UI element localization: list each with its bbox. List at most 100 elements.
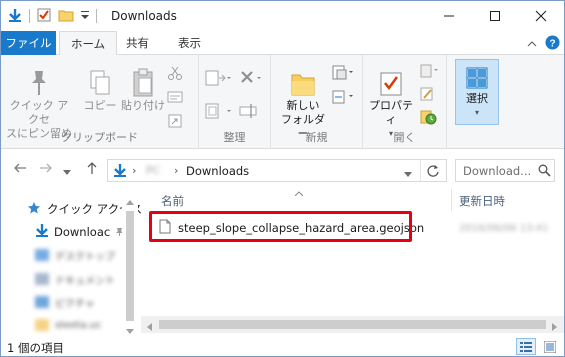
navigation-pane: クイック アクセス Downloac デスクトップ ドキュメント ピクチャ st… <box>1 189 142 337</box>
search-box[interactable]: Download... <box>455 159 555 182</box>
move-to-icon[interactable] <box>205 69 231 90</box>
close-button[interactable] <box>518 1 564 31</box>
ribbon-collapse-icon[interactable] <box>527 38 537 51</box>
edit-icon[interactable] <box>419 86 441 105</box>
recent-dropdown-icon[interactable] <box>63 164 71 180</box>
properties-label: プロパティ <box>369 99 413 126</box>
new-folder-icon[interactable] <box>58 7 74 26</box>
large-icons-view-button[interactable] <box>541 339 559 355</box>
breadcrumb-this-pc[interactable]: PC <box>146 164 160 177</box>
ribbon-tabs: ファイル ホーム 共有 表示 ? <box>1 31 564 56</box>
maximize-button[interactable] <box>472 1 518 31</box>
easy-access-icon[interactable] <box>331 89 355 108</box>
copy-path-icon[interactable] <box>167 89 183 108</box>
search-icon[interactable] <box>538 164 551 180</box>
cut-icon[interactable] <box>167 65 183 84</box>
nav-downloads-label: Downloac <box>54 225 111 239</box>
sort-indicator-icon <box>294 186 304 199</box>
new-folder-label-1: 新しい <box>286 99 320 112</box>
documents-icon <box>35 273 49 285</box>
nav-item-blurred[interactable]: ドキュメント <box>35 269 115 289</box>
nav-item-blurred[interactable]: steeta.uc <box>35 315 102 335</box>
copy-button[interactable]: コピー <box>81 67 119 113</box>
select-label: 選択 <box>466 92 488 105</box>
downloads-icon <box>35 223 49 241</box>
folder-icon <box>35 319 49 331</box>
paste-button[interactable]: 貼り付け <box>119 67 167 113</box>
new-item-icon[interactable] <box>331 65 355 84</box>
select-grid-icon <box>456 64 498 92</box>
history-icon[interactable] <box>419 109 441 128</box>
group-new: 新しい フォルダー 新規 <box>271 55 363 149</box>
qat-dropdown-icon[interactable] <box>80 9 90 24</box>
pictures-icon <box>35 296 49 308</box>
column-header-modified[interactable]: 更新日時 <box>459 193 505 209</box>
breadcrumb-chevron-icon[interactable]: › <box>132 164 136 177</box>
title-bar: Downloads <box>1 1 564 31</box>
select-dropdown-icon: ▾ <box>474 108 479 117</box>
desktop-icon <box>35 249 49 261</box>
organize-right-buttons <box>239 69 265 123</box>
column-header-name[interactable]: 名前 <box>161 193 184 209</box>
tab-view[interactable]: 表示 <box>167 31 212 55</box>
up-icon[interactable] <box>85 161 99 179</box>
nav-downloads[interactable]: Downloac <box>35 222 124 242</box>
nav-item-blurred[interactable]: ピクチャ <box>35 292 95 312</box>
address-dropdown-icon[interactable] <box>404 168 412 181</box>
properties-check-large-icon <box>365 67 417 99</box>
group-clipboard: クイック アクセ スにピン留め コピー 貼り付け クリップボード <box>1 55 199 149</box>
forward-icon[interactable] <box>39 161 53 179</box>
scroll-right-icon[interactable] <box>552 321 558 334</box>
window-title: Downloads <box>111 9 177 23</box>
address-separator <box>420 160 421 181</box>
group-label-clipboard: クリップボード <box>61 131 138 144</box>
group-label-new: 新規 <box>305 131 328 144</box>
ribbon-controls: ? <box>527 35 560 53</box>
tab-share[interactable]: 共有 <box>115 31 160 55</box>
breadcrumb-chevron-icon[interactable]: › <box>174 164 178 177</box>
search-input[interactable]: Download... <box>463 164 531 178</box>
status-bar: 1 個の項目 <box>1 337 564 356</box>
rename-icon[interactable] <box>239 102 265 123</box>
delete-icon[interactable] <box>239 69 265 90</box>
horizontal-scrollbar[interactable] <box>141 316 564 333</box>
ribbon: クイック アクセ スにピン留め コピー 貼り付け クリップボード 整理 新しい … <box>1 55 564 149</box>
qat-separator <box>96 9 97 23</box>
svg-text:?: ? <box>549 39 555 50</box>
scroll-up-icon[interactable] <box>126 195 134 208</box>
address-bar[interactable]: › PC › Downloads <box>107 159 447 182</box>
scroll-left-icon[interactable] <box>146 321 152 334</box>
folder-arrow-icon[interactable] <box>7 7 23 26</box>
column-separator[interactable] <box>451 189 452 211</box>
large-icons-view-icon <box>544 341 556 353</box>
clipboard-small-buttons <box>167 65 183 132</box>
explorer-window: Downloads ファイル ホーム 共有 表示 ? クイック アクセ スにピン… <box>0 0 565 357</box>
copy-to-icon[interactable] <box>205 102 231 123</box>
open-icon[interactable] <box>419 63 441 82</box>
group-organize: 整理 <box>199 55 271 149</box>
star-icon <box>27 201 41 218</box>
help-icon[interactable]: ? <box>545 35 560 53</box>
organize-left-buttons <box>205 69 231 123</box>
horizontal-scroll-thumb[interactable] <box>159 320 546 329</box>
group-select: 選択 ▾ 選択 <box>447 55 507 149</box>
back-icon[interactable] <box>13 161 27 179</box>
highlight-box <box>149 211 412 242</box>
breadcrumb-downloads[interactable]: Downloads <box>186 164 249 178</box>
tab-file[interactable]: ファイル <box>1 31 56 55</box>
details-view-button[interactable] <box>516 338 536 355</box>
tab-home[interactable]: ホーム <box>59 31 118 56</box>
paste-label: 貼り付け <box>121 99 165 112</box>
select-button[interactable]: 選択 ▾ <box>455 59 499 125</box>
downloads-folder-icon <box>113 163 127 182</box>
nav-scroll-thumb[interactable] <box>126 211 134 321</box>
refresh-icon[interactable] <box>426 164 440 181</box>
nav-scrollbar[interactable] <box>122 189 138 337</box>
nav-item-blurred[interactable]: デスクトップ <box>35 245 115 265</box>
new-folder-large-icon <box>277 67 329 99</box>
pin-label-1: クイック アクセ <box>9 99 69 126</box>
qat-separator <box>29 9 30 23</box>
paste-icon <box>119 67 167 99</box>
minimize-button[interactable] <box>426 1 472 31</box>
properties-check-icon[interactable] <box>36 7 52 26</box>
